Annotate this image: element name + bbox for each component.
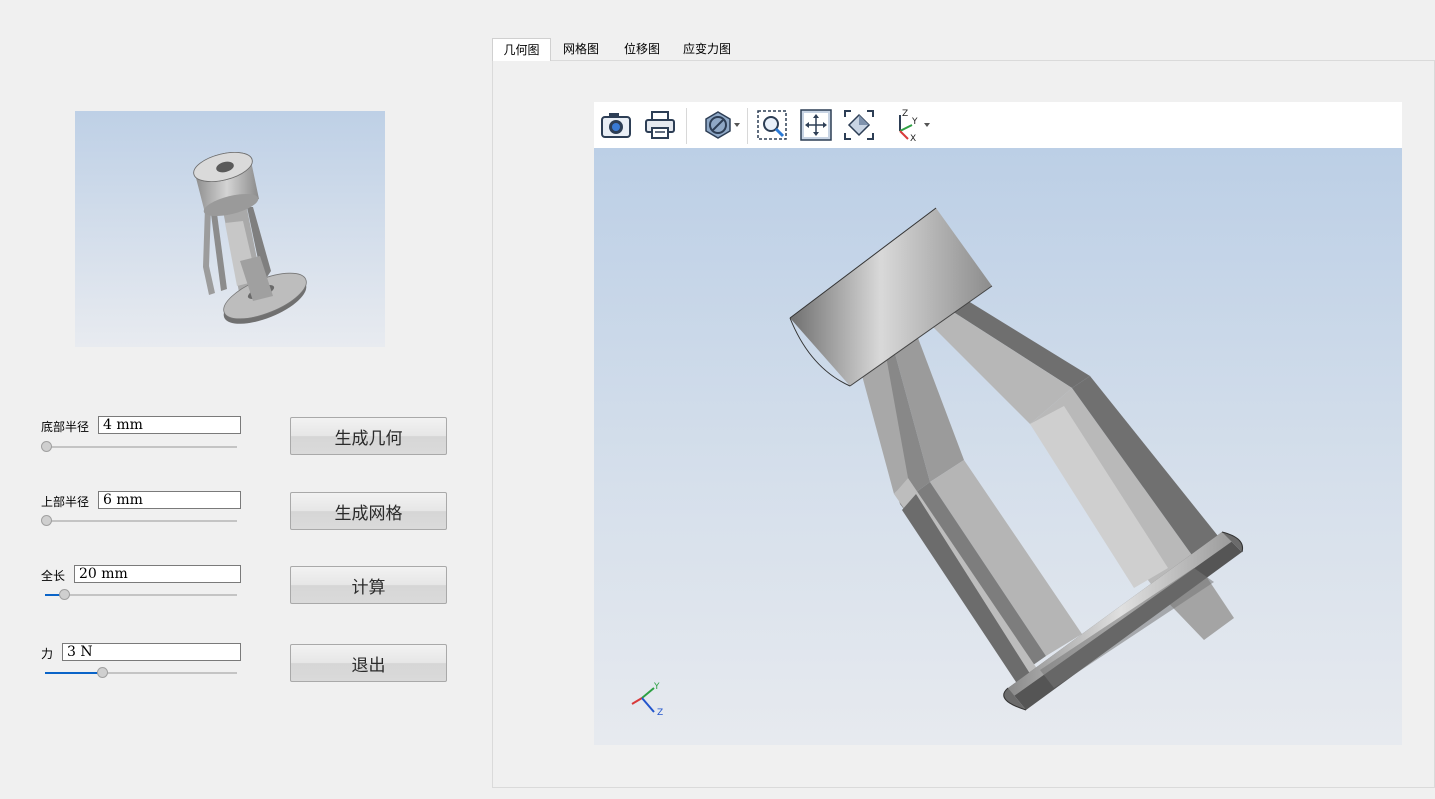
top-radius-label: 上部半径 <box>41 495 90 509</box>
generate-geometry-button[interactable]: 生成几何 <box>290 417 447 455</box>
force-label: 力 <box>41 647 54 661</box>
tab-displacement[interactable]: 位移图 <box>616 38 668 60</box>
geometry-preview <box>75 111 385 347</box>
axis-view-icon[interactable]: Z Y X <box>890 109 922 141</box>
svg-text:Y: Y <box>911 117 918 127</box>
3d-viewport[interactable]: Y Z <box>594 148 1402 745</box>
toolbar-separator <box>686 108 687 144</box>
chevron-down-icon[interactable] <box>734 123 740 127</box>
slider-thumb[interactable] <box>41 515 52 526</box>
viewer-toolbar: Z Y X <box>594 102 1402 148</box>
slider-fill <box>45 672 102 674</box>
toolbar-separator <box>747 108 748 144</box>
print-icon[interactable] <box>644 109 676 141</box>
camera-icon[interactable] <box>600 109 632 141</box>
force-slider[interactable] <box>45 667 237 678</box>
triad-z-label: Z <box>657 708 663 718</box>
bottom-radius-slider[interactable] <box>41 441 237 452</box>
slider-thumb[interactable] <box>59 589 70 600</box>
compute-button[interactable]: 计算 <box>290 566 447 604</box>
tab-mesh[interactable]: 网格图 <box>555 38 607 60</box>
total-length-slider[interactable] <box>45 589 237 600</box>
top-radius-slider[interactable] <box>41 515 237 526</box>
generate-mesh-button[interactable]: 生成网格 <box>290 492 447 530</box>
bottom-radius-input[interactable]: 4 mm <box>98 416 241 434</box>
triad-y-label: Y <box>653 682 660 692</box>
svg-text:X: X <box>910 134 916 141</box>
force-input[interactable]: 3 N <box>62 643 241 661</box>
tab-geometry[interactable]: 几何图 <box>492 38 551 61</box>
3d-model[interactable]: Y Z <box>594 148 1402 745</box>
svg-text:Z: Z <box>902 109 908 119</box>
chevron-down-icon[interactable] <box>924 123 930 127</box>
total-length-input[interactable]: 20 mm <box>74 565 241 583</box>
exit-button[interactable]: 退出 <box>290 644 447 682</box>
slider-thumb[interactable] <box>41 441 52 452</box>
total-length-label: 全长 <box>41 569 66 583</box>
pan-icon[interactable] <box>800 109 832 141</box>
axis-triad: Y Z <box>631 682 663 718</box>
top-radius-input[interactable]: 6 mm <box>98 491 241 509</box>
display-mode-icon[interactable] <box>702 109 734 141</box>
bottom-radius-label: 底部半径 <box>41 420 90 434</box>
tab-bar: 几何图 网格图 位移图 应变力图 <box>492 38 1435 61</box>
3d-viewer: Z Y X Y Z <box>594 102 1402 745</box>
fit-all-icon[interactable] <box>843 109 875 141</box>
slider-thumb[interactable] <box>97 667 108 678</box>
preview-model-image <box>193 152 307 324</box>
tab-strain-stress[interactable]: 应变力图 <box>679 38 735 60</box>
zoom-box-icon[interactable] <box>756 109 788 141</box>
